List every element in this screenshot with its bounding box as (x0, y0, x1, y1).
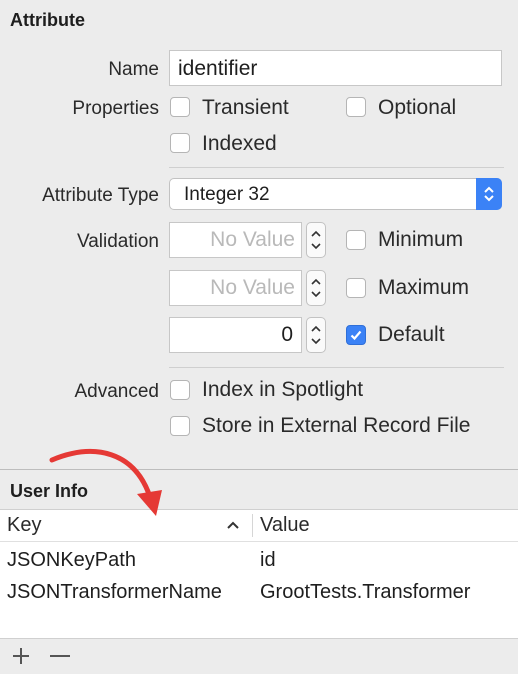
chevron-down-icon (311, 338, 321, 345)
transient-checkbox[interactable] (170, 97, 190, 117)
chevron-down-icon (311, 243, 321, 250)
external-record-label: Store in External Record File (202, 414, 471, 437)
remove-button[interactable] (47, 643, 73, 669)
sort-ascending-icon (227, 521, 239, 529)
table-header: Key Value (0, 510, 518, 542)
row-value: GrootTests.Transformer (260, 581, 471, 603)
index-spotlight-checkbox[interactable] (170, 380, 190, 400)
key-column-header[interactable]: Key (7, 514, 41, 537)
value-column-header[interactable]: Value (260, 514, 310, 537)
table-row[interactable]: JSONKeyPath id (0, 545, 518, 575)
add-button[interactable] (8, 643, 34, 669)
table-row[interactable]: JSONTransformerName GrootTests.Transform… (0, 577, 518, 607)
chevron-up-icon (311, 230, 321, 237)
name-field[interactable]: identifier (169, 50, 502, 86)
attribute-type-popup[interactable]: Integer 32 (169, 178, 502, 210)
row-key: JSONKeyPath (7, 549, 136, 571)
advanced-label: Advanced (74, 381, 159, 402)
chevron-up-icon (311, 278, 321, 285)
checkmark-icon (350, 330, 362, 341)
column-divider[interactable] (252, 514, 253, 537)
index-spotlight-label: Index in Spotlight (202, 378, 364, 401)
default-label: Default (378, 323, 445, 346)
divider-1 (169, 167, 504, 168)
minimum-label: Minimum (378, 228, 464, 251)
row-value: id (260, 549, 276, 571)
default-value: 0 (281, 323, 293, 346)
popup-chevrons-icon (476, 178, 502, 210)
maximum-label: Maximum (378, 276, 470, 299)
indexed-checkbox[interactable] (170, 133, 190, 153)
name-value: identifier (178, 57, 258, 80)
user-info-section-title: User Info (10, 481, 89, 501)
chevron-down-icon (311, 291, 321, 298)
min-value-field[interactable]: No Value (169, 222, 302, 258)
properties-label: Properties (72, 98, 159, 119)
indexed-label: Indexed (202, 132, 277, 155)
default-value-field[interactable]: 0 (169, 317, 302, 353)
minimum-checkbox[interactable] (346, 230, 366, 250)
attribute-section-title: Attribute (10, 10, 85, 30)
chevron-up-icon (311, 325, 321, 332)
name-label: Name (108, 59, 159, 80)
attribute-type-value: Integer 32 (184, 184, 270, 205)
min-placeholder: No Value (210, 228, 295, 251)
user-info-table[interactable]: Key Value JSONKeyPath id JSONTransformer… (0, 509, 518, 639)
section-separator (0, 469, 518, 470)
max-placeholder: No Value (210, 276, 295, 299)
optional-label: Optional (378, 96, 457, 119)
min-stepper[interactable] (306, 222, 326, 258)
attribute-type-label: Attribute Type (42, 185, 159, 206)
validation-label: Validation (76, 231, 159, 252)
max-stepper[interactable] (306, 270, 326, 306)
transient-label: Transient (202, 96, 289, 119)
divider-2 (169, 367, 504, 368)
maximum-checkbox[interactable] (346, 278, 366, 298)
row-key: JSONTransformerName (7, 581, 222, 603)
plus-icon (13, 648, 29, 664)
default-checkbox[interactable] (346, 325, 366, 345)
minus-icon (50, 655, 70, 657)
optional-checkbox[interactable] (346, 97, 366, 117)
default-stepper[interactable] (306, 317, 326, 353)
max-value-field[interactable]: No Value (169, 270, 302, 306)
external-record-checkbox[interactable] (170, 416, 190, 436)
